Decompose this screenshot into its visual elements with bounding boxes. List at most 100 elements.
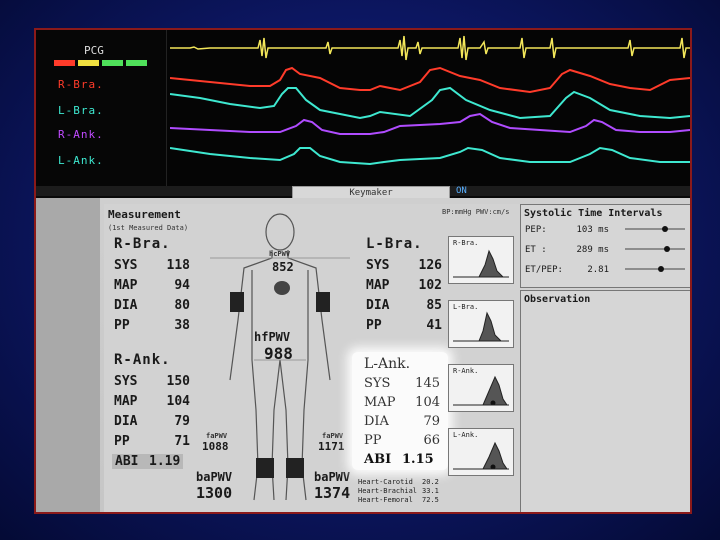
sti-et-value: 289 ms	[576, 245, 609, 255]
sti-pep-value: 103 ms	[576, 225, 609, 235]
r-bra-pp-row: PP 38	[114, 318, 190, 333]
distance-carotid-label: Heart-Carotid	[358, 478, 413, 486]
r-ank-dia-row: DIA 79	[114, 414, 190, 429]
l-bra-sys-value: 126	[418, 258, 442, 273]
l-bra-pp-value: 41	[426, 318, 442, 333]
printed-report: Measurement (1st Measured Data) BP:mmHg …	[36, 198, 690, 512]
sti-et-label: ET :	[525, 245, 547, 255]
r-bra-map-label: MAP	[114, 278, 138, 293]
pcg-color-swatches	[54, 60, 147, 66]
swatch-yellow	[78, 60, 99, 66]
right-arm-cuff	[230, 292, 244, 312]
heart-marker	[274, 281, 290, 295]
bapwv-right-value: 1300	[196, 484, 233, 502]
distance-row-brachial: Heart-Brachial 33.1	[358, 487, 439, 495]
r-bra-dia-label: DIA	[114, 298, 138, 313]
r-ank-map-value: 104	[166, 394, 190, 409]
r-bra-pp-value: 38	[174, 318, 190, 333]
channel-label-panel: PCG R-Bra. L-Bra. R-Ank. L-Ank.	[36, 30, 167, 196]
l-ank-highlight-box: L-Ank. SYS 145 MAP 104 DIA 79 PP 66 ABI 1.15	[352, 352, 448, 470]
channel-label-l-bra: L-Bra.	[58, 104, 104, 117]
r-ank-dia-label: DIA	[114, 414, 138, 429]
slide-frame: PCG R-Bra. L-Bra. R-Ank. L-Ank. Keymaker…	[34, 28, 692, 514]
sti-pep-row: PEP: 103 ms	[525, 225, 609, 235]
right-ankle-cuff	[256, 458, 274, 478]
l-ank-trace	[170, 146, 690, 166]
sti-pep-label: PEP:	[525, 225, 547, 235]
channel-label-r-bra: R-Bra.	[58, 78, 104, 91]
hfpwv-value: 988	[264, 344, 293, 363]
l-bra-title: L-Bra.	[366, 236, 423, 252]
l-bra-trace	[170, 86, 690, 120]
l-ank-abi-label: ABI	[364, 452, 392, 467]
l-bra-dia-row: DIA 85	[366, 298, 442, 313]
systolic-time-intervals-panel: Systolic Time Intervals PEP: 103 ms ET : 2…	[520, 204, 690, 288]
r-ank-map-row: MAP 104	[114, 394, 190, 409]
r-ank-trace	[170, 112, 690, 135]
l-ank-abi-row: ABI 1.15	[364, 452, 434, 467]
report-left-margin	[36, 198, 100, 512]
sti-etpep-label: ET/PEP:	[525, 265, 563, 275]
l-ank-pp-row: PP 66	[364, 433, 440, 448]
l-ank-sys-label: SYS	[364, 376, 391, 391]
observation-panel: Observation	[520, 290, 690, 512]
sti-title: Systolic Time Intervals	[524, 208, 663, 219]
left-arm-cuff	[316, 292, 330, 312]
hcpwv-value: 852	[272, 260, 294, 274]
r-bra-map-value: 94	[174, 278, 190, 293]
fapwv-right-value: 1088	[202, 440, 229, 453]
fapwv-left-value: 1171	[318, 440, 345, 453]
l-bra-map-row: MAP 102	[366, 278, 442, 293]
sti-etpep-value: 2.81	[587, 265, 609, 275]
l-ank-sys-row: SYS 145	[364, 376, 440, 391]
pcg-trace	[170, 35, 690, 61]
l-ank-dia-label: DIA	[364, 414, 389, 429]
r-bra-dia-row: DIA 80	[114, 298, 190, 313]
hcpwv-label: hcPWV	[269, 250, 291, 258]
r-bra-dia-value: 80	[174, 298, 190, 313]
graph-l-ank: L-Ank.	[448, 428, 514, 476]
l-ank-dia-row: DIA 79	[364, 414, 440, 429]
sti-scales	[625, 226, 685, 272]
left-ankle-cuff	[286, 458, 304, 478]
graph-r-bra-plot	[453, 249, 509, 278]
r-ank-sys-row: SYS 150	[114, 374, 190, 389]
observation-title: Observation	[524, 294, 591, 305]
r-bra-sys-value: 118	[166, 258, 190, 273]
l-ank-map-row: MAP 104	[364, 395, 440, 410]
l-bra-dia-label: DIA	[366, 298, 390, 313]
l-bra-map-label: MAP	[366, 278, 390, 293]
r-bra-title: R-Bra.	[114, 236, 171, 252]
measurement-title: Measurement	[108, 208, 181, 221]
l-bra-dia-value: 85	[426, 298, 442, 313]
swatch-green-2	[126, 60, 147, 66]
r-ank-title: R-Ank.	[114, 352, 171, 368]
r-bra-map-row: MAP 94	[114, 278, 190, 293]
l-ank-map-value: 104	[415, 395, 440, 410]
r-bra-trace	[170, 66, 690, 94]
r-ank-map-label: MAP	[114, 394, 138, 409]
r-ank-pp-value: 71	[174, 434, 190, 449]
channel-label-l-ank: L-Ank.	[58, 154, 104, 167]
units-note: BP:mmHg PWV:cm/s	[442, 208, 510, 216]
l-ank-pp-label: PP	[364, 433, 382, 448]
l-bra-map-value: 102	[418, 278, 442, 293]
graph-l-bra: L-Bra.	[448, 300, 514, 348]
hfpwv-label: hfPWV	[254, 330, 291, 344]
bapwv-left-label: baPWV	[314, 470, 351, 484]
l-bra-pp-row: PP 41	[366, 318, 442, 333]
measurement-subtitle: (1st Measured Data)	[108, 224, 189, 232]
report-sheet: Measurement (1st Measured Data) BP:mmHg …	[104, 204, 690, 512]
r-bra-sys-label: SYS	[114, 258, 138, 273]
l-bra-sys-label: SYS	[366, 258, 390, 273]
distance-femoral-label: Heart-Femoral	[358, 496, 413, 504]
l-ank-pp-value: 66	[423, 433, 440, 448]
bapwv-right-label: baPWV	[196, 470, 233, 484]
r-bra-pp-label: PP	[114, 318, 130, 333]
r-ank-abi-label: ABI	[115, 454, 139, 469]
l-ank-map-label: MAP	[364, 395, 396, 410]
r-ank-abi-value: 1.19	[149, 454, 181, 469]
fapwv-right-label: faPWV	[206, 432, 228, 440]
channel-label-r-ank: R-Ank.	[58, 128, 104, 141]
r-ank-abi-row: ABI 1.19	[112, 454, 184, 469]
